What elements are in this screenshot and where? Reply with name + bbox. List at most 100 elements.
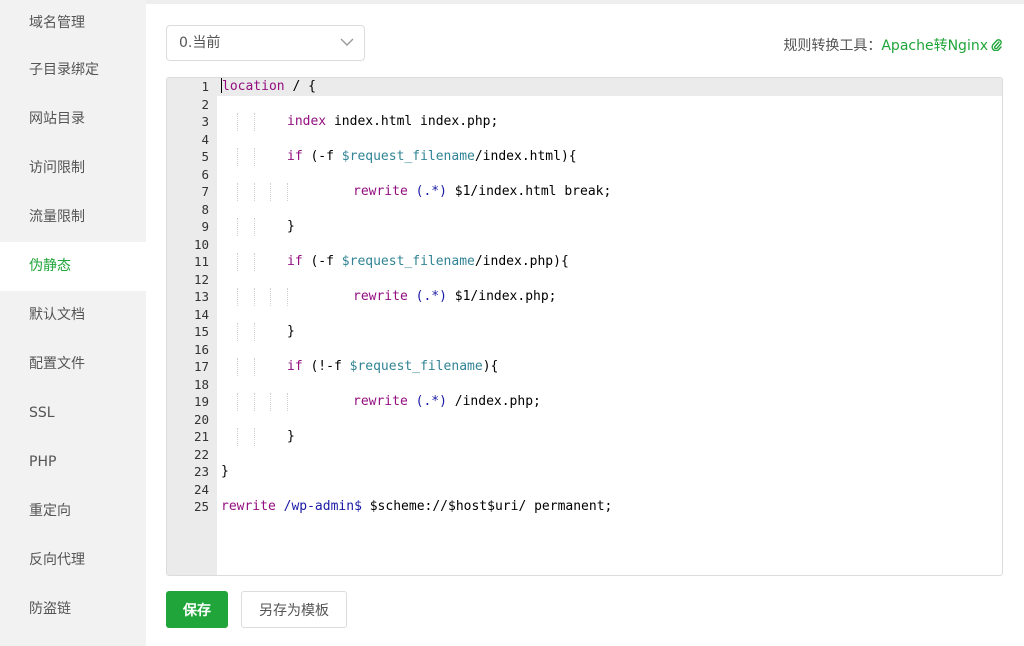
line-number: 6 (201, 166, 209, 182)
code-line: 20 (167, 411, 1002, 429)
sidebar-item-label: 伪静态 (29, 258, 71, 274)
line-number: 16 (193, 341, 209, 357)
line-number: 9 (201, 219, 209, 234)
sidebar-item[interactable]: SSL (0, 389, 146, 438)
line-number: 23 (193, 464, 209, 479)
sidebar-item-label: 反向代理 (29, 552, 85, 568)
code-editor[interactable]: 1 location / {2 3 index index.html index.ph… (166, 77, 1003, 576)
indent-guide (270, 288, 271, 306)
code-line: 2 (167, 96, 1002, 114)
indent-guide (237, 428, 238, 446)
sidebar-item[interactable]: 配置文件 (0, 340, 146, 389)
line-number: 20 (193, 411, 209, 427)
line-number: 7 (201, 184, 209, 199)
indent-guide (253, 253, 255, 271)
line-number: 22 (193, 446, 209, 462)
code-text: if (-f $request_filename/index.html){ (287, 149, 577, 164)
code-text: index index.html index.php; (287, 114, 499, 129)
code-line: 3 index index.html index.php; (167, 113, 1002, 131)
indent-guide (237, 148, 238, 166)
rule-converter: 规则转换工具：Apache转Nginx (783, 35, 1002, 55)
code-line: 25 rewrite /wp-admin$ $scheme://$host$uri… (167, 498, 1002, 516)
sidebar-item-label: 重定向 (29, 503, 71, 519)
code-text: } (287, 429, 295, 444)
line-number: 21 (193, 429, 209, 444)
code-line: 15} (167, 323, 1002, 341)
sidebar-item-label: 访问限制 (29, 160, 85, 176)
code-line: 14 (167, 306, 1002, 324)
sidebar-item[interactable]: 防盗链 (0, 585, 146, 634)
code-text: } (221, 464, 229, 479)
indent-guide (237, 113, 238, 131)
code-line: 11 if (-f $request_filename/index.php){ (167, 253, 1002, 271)
indent-guide (237, 183, 238, 201)
indent-guide (253, 113, 255, 131)
line-number: 19 (193, 394, 209, 409)
line-number: 14 (193, 306, 209, 322)
indent-guide (253, 393, 255, 411)
indent-guide (286, 183, 288, 201)
code-line: 9} (167, 218, 1002, 236)
sidebar-item[interactable]: 流量限制 (0, 193, 146, 242)
code-line: 21} (167, 428, 1002, 446)
apache-to-nginx-label: Apache转Nginx (881, 38, 988, 54)
code-line: 18 (167, 376, 1002, 394)
code-text: location / { (221, 78, 316, 94)
line-number: 11 (193, 254, 209, 269)
save-button[interactable]: 保存 (166, 591, 228, 628)
indent-guide (253, 428, 255, 446)
sidebar-item[interactable]: 伪静态 (0, 242, 146, 291)
code-text: if (-f $request_filename/index.php){ (287, 254, 569, 269)
line-number: 18 (193, 376, 209, 392)
sidebar-item[interactable]: 域名管理 (0, 0, 146, 46)
rule-template-select[interactable]: 0.当前 (166, 25, 365, 61)
paperclip-icon (991, 39, 1002, 51)
code-line: 22 (167, 446, 1002, 464)
code-line: 6 (167, 166, 1002, 184)
sidebar-item[interactable]: PHP (0, 438, 146, 487)
code-line: 23} (167, 463, 1002, 481)
indent-guide (237, 253, 238, 271)
save-as-template-button[interactable]: 另存为模板 (241, 591, 347, 628)
sidebar-item-label: 防盗链 (29, 601, 71, 617)
line-number: 10 (193, 236, 209, 252)
sidebar-item[interactable]: 重定向 (0, 487, 146, 536)
line-number: 8 (201, 201, 209, 217)
apache-to-nginx-link[interactable]: Apache转Nginx (881, 38, 1002, 54)
indent-guide (253, 358, 255, 376)
rule-template-value: 0.当前 (179, 35, 221, 51)
code-line: 19 rewrite (.*) /index.php; (167, 393, 1002, 411)
code-line: 13 rewrite (.*) $1/index.php; (167, 288, 1002, 306)
line-number: 4 (201, 131, 209, 147)
sidebar-item-label: 默认文档 (29, 307, 85, 323)
code-text: } (287, 324, 295, 339)
sidebar-item-label: 域名管理 (29, 15, 85, 31)
code-text: rewrite /wp-admin$ $scheme://$host$uri/ … (221, 499, 613, 514)
code-line: 24 (167, 481, 1002, 499)
indent-guide (237, 288, 238, 306)
line-number: 5 (201, 149, 209, 164)
indent-guide (286, 393, 288, 411)
code-text: if (!-f $request_filename){ (287, 359, 499, 374)
indent-guide (253, 183, 255, 201)
sidebar-item[interactable]: 默认文档 (0, 291, 146, 340)
indent-guide (270, 393, 271, 411)
indent-guide (270, 183, 271, 201)
code-text: rewrite (.*) $1/index.html break; (353, 184, 612, 199)
indent-guide (237, 323, 238, 341)
line-number: 24 (193, 481, 209, 497)
indent-guide (253, 288, 255, 306)
line-number: 1 (201, 79, 209, 94)
sidebar-item-label: 网站目录 (29, 111, 85, 127)
indent-guide (253, 323, 255, 341)
sidebar-item-label: 流量限制 (29, 209, 85, 225)
sidebar-item[interactable]: 子目录绑定 (0, 46, 146, 95)
sidebar-item-label: SSL (29, 405, 55, 421)
sidebar-item[interactable]: 网站目录 (0, 95, 146, 144)
code-line: 10 (167, 236, 1002, 254)
indent-guide (237, 393, 238, 411)
indent-guide (253, 218, 255, 236)
indent-guide (237, 358, 238, 376)
sidebar-item[interactable]: 访问限制 (0, 144, 146, 193)
sidebar-item[interactable]: 反向代理 (0, 536, 146, 585)
